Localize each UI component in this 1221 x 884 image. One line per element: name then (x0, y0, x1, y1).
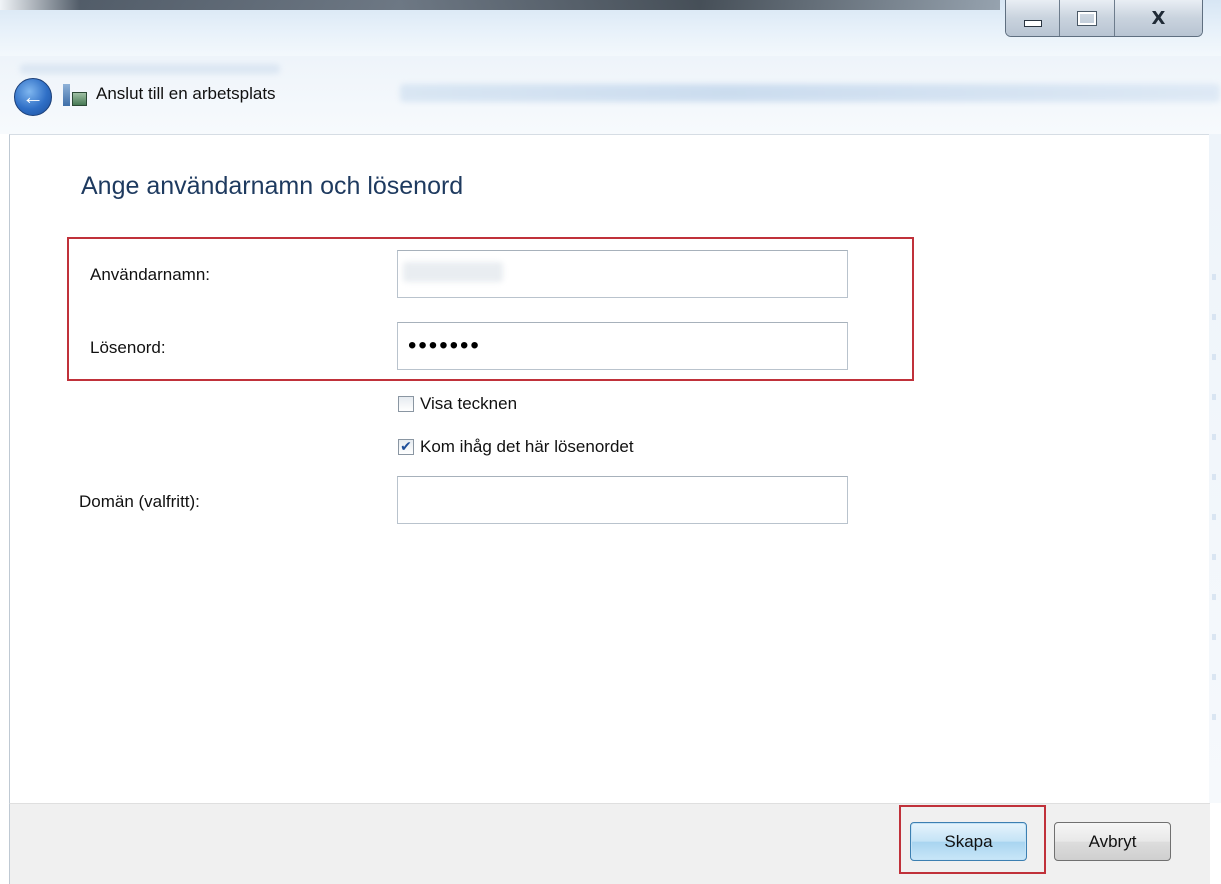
show-characters-checkbox[interactable]: Visa tecknen (398, 394, 517, 414)
network-workplace-icon (63, 82, 87, 106)
blurred-username (403, 262, 503, 282)
maximize-button[interactable] (1060, 0, 1115, 36)
domain-field[interactable] (397, 476, 848, 524)
minimize-icon (1023, 19, 1042, 27)
window-titlebar: X (0, 0, 1221, 56)
back-button[interactable]: ← (14, 78, 52, 116)
close-button[interactable]: X (1114, 0, 1202, 36)
remember-password-label: Kom ihåg det här lösenordet (420, 437, 634, 456)
checkmark-icon: ✔ (398, 439, 414, 455)
blurred-background-text (20, 64, 280, 74)
checkbox-unchecked-icon (398, 396, 414, 412)
password-label: Lösenord: (90, 338, 166, 357)
cancel-button[interactable]: Avbryt (1054, 822, 1171, 861)
create-button[interactable]: Skapa (910, 822, 1027, 861)
blurred-background-text (400, 84, 1220, 102)
password-field[interactable]: ••••••• (397, 322, 848, 370)
maximize-icon (1077, 10, 1098, 26)
cancel-button-label: Avbryt (1088, 831, 1137, 851)
window-controls: X (1005, 0, 1203, 37)
minimize-button[interactable] (1006, 0, 1061, 36)
page-title: Ange användarnamn och lösenord (81, 172, 464, 200)
domain-label: Domän (valfritt): (79, 492, 200, 511)
wizard-title: Anslut till en arbetsplats (96, 84, 276, 103)
username-label: Användarnamn: (90, 265, 211, 284)
remember-password-checkbox[interactable]: ✔ Kom ihåg det här lösenordet (398, 437, 634, 457)
back-arrow-icon: ← (22, 84, 44, 109)
window-edge (1209, 134, 1221, 803)
create-button-label: Skapa (944, 831, 993, 851)
password-value: ••••••• (408, 332, 481, 359)
navigation-bar: ← Anslut till en arbetsplats (0, 56, 1221, 134)
close-icon: X (1151, 7, 1166, 29)
show-characters-label: Visa tecknen (420, 394, 518, 413)
wizard-content (9, 134, 1210, 804)
